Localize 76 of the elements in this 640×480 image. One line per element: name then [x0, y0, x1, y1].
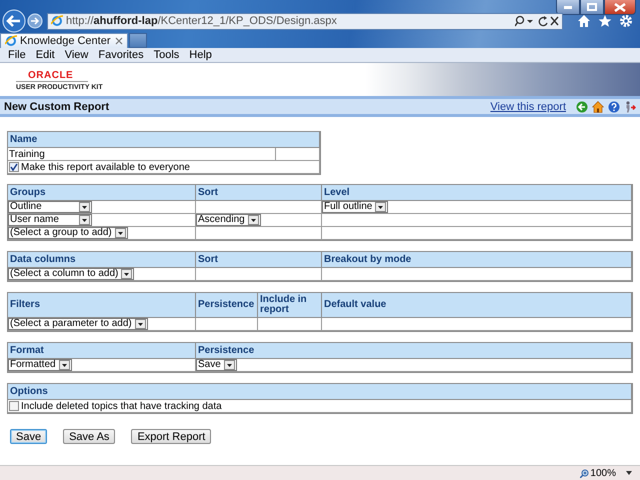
column-header: Default value — [322, 293, 632, 318]
maximize-icon — [587, 3, 597, 11]
address-tools-icon[interactable] — [515, 15, 559, 27]
page-icon — [51, 15, 63, 27]
help-icon[interactable] — [608, 100, 620, 112]
forward-button[interactable] — [27, 13, 43, 29]
check-icon — [10, 163, 18, 171]
column-header: Filters — [8, 293, 196, 318]
zoom-control[interactable]: 100% — [580, 468, 616, 478]
dropdown[interactable]: Formatted — [8, 359, 72, 371]
column-header: Persistence — [196, 293, 258, 318]
minimize-icon — [564, 6, 572, 8]
checkbox-label: Include deleted topics that have tracking data — [21, 400, 222, 412]
close-button[interactable] — [604, 0, 636, 15]
close-icon — [614, 2, 626, 12]
name-field[interactable]: Training — [8, 148, 275, 160]
home-icon[interactable] — [592, 100, 604, 112]
browser-tab[interactable]: Knowledge Center — [0, 33, 128, 48]
back-button[interactable] — [2, 9, 26, 33]
caret-icon — [82, 206, 87, 208]
column-header: Include in report — [258, 293, 322, 318]
caret-icon — [118, 232, 123, 234]
dropdown[interactable]: Full outline — [322, 201, 388, 213]
column-header: Breakout by mode — [322, 252, 632, 268]
minimize-button[interactable] — [556, 0, 580, 15]
action-button[interactable]: Save As — [63, 429, 116, 444]
menu-item[interactable]: Help — [184, 49, 217, 61]
dropdown[interactable]: Outline — [8, 201, 92, 213]
column-header: Options — [8, 384, 632, 400]
menu-item[interactable]: Tools — [148, 49, 184, 61]
column-header: Format — [8, 343, 196, 359]
column-header: Name — [8, 132, 320, 148]
logo-brand: ORACLE — [16, 70, 88, 82]
close-tab-icon[interactable] — [115, 37, 123, 45]
dropdown[interactable]: User name — [8, 214, 92, 226]
menu-item[interactable]: View — [60, 49, 94, 61]
caret-icon — [82, 218, 87, 222]
url-text: http://ahufford-lap/KCenter12_1/KP_ODS/Design.aspx — [66, 15, 337, 27]
page-title: New Custom Report — [4, 100, 110, 112]
dropdown[interactable]: Save — [196, 359, 237, 371]
table-cell — [258, 318, 322, 331]
dropdown[interactable]: Ascending — [196, 214, 261, 226]
dropdown[interactable]: (Select a parameter to add) — [8, 318, 148, 330]
caret-icon — [138, 322, 143, 326]
settings-icon[interactable] — [619, 14, 633, 28]
menu-item[interactable]: File — [3, 49, 31, 61]
column-header: Persistence — [196, 343, 632, 359]
checkbox-label: Make this report available to everyone — [21, 162, 190, 172]
checkbox[interactable] — [9, 162, 19, 172]
menu-item[interactable]: Edit — [30, 49, 60, 61]
zoom-icon — [580, 468, 590, 478]
address-bar[interactable]: http://ahufford-lap/KCenter12_1/KP_ODS/Design.aspx — [47, 12, 563, 30]
page-icon — [5, 35, 17, 47]
action-button[interactable]: Export Report — [131, 429, 212, 444]
column-header: Level — [322, 185, 632, 201]
view-report-link[interactable]: View this report — [490, 100, 566, 112]
caret-icon — [124, 272, 130, 276]
column-header: Groups — [8, 185, 196, 201]
column-header: Data columns — [8, 252, 196, 268]
caret-icon — [250, 218, 256, 222]
maximize-button[interactable] — [580, 0, 604, 15]
caret-icon — [226, 364, 232, 366]
caret-icon — [378, 206, 384, 208]
column-header: Sort — [196, 185, 322, 201]
caret-icon — [62, 364, 67, 366]
column-header: Sort — [196, 252, 322, 268]
logout-icon[interactable] — [624, 100, 636, 112]
home-icon[interactable] — [577, 14, 591, 28]
favorites-icon[interactable] — [598, 14, 612, 28]
action-button[interactable]: Save — [10, 429, 48, 444]
checkbox[interactable] — [9, 401, 19, 411]
menu-item[interactable]: Favorites — [93, 49, 149, 61]
caret-icon[interactable] — [626, 471, 632, 475]
dropdown[interactable]: (Select a group to add) — [8, 227, 128, 239]
dropdown[interactable]: (Select a column to add) — [8, 268, 134, 280]
back-icon[interactable] — [576, 100, 588, 112]
